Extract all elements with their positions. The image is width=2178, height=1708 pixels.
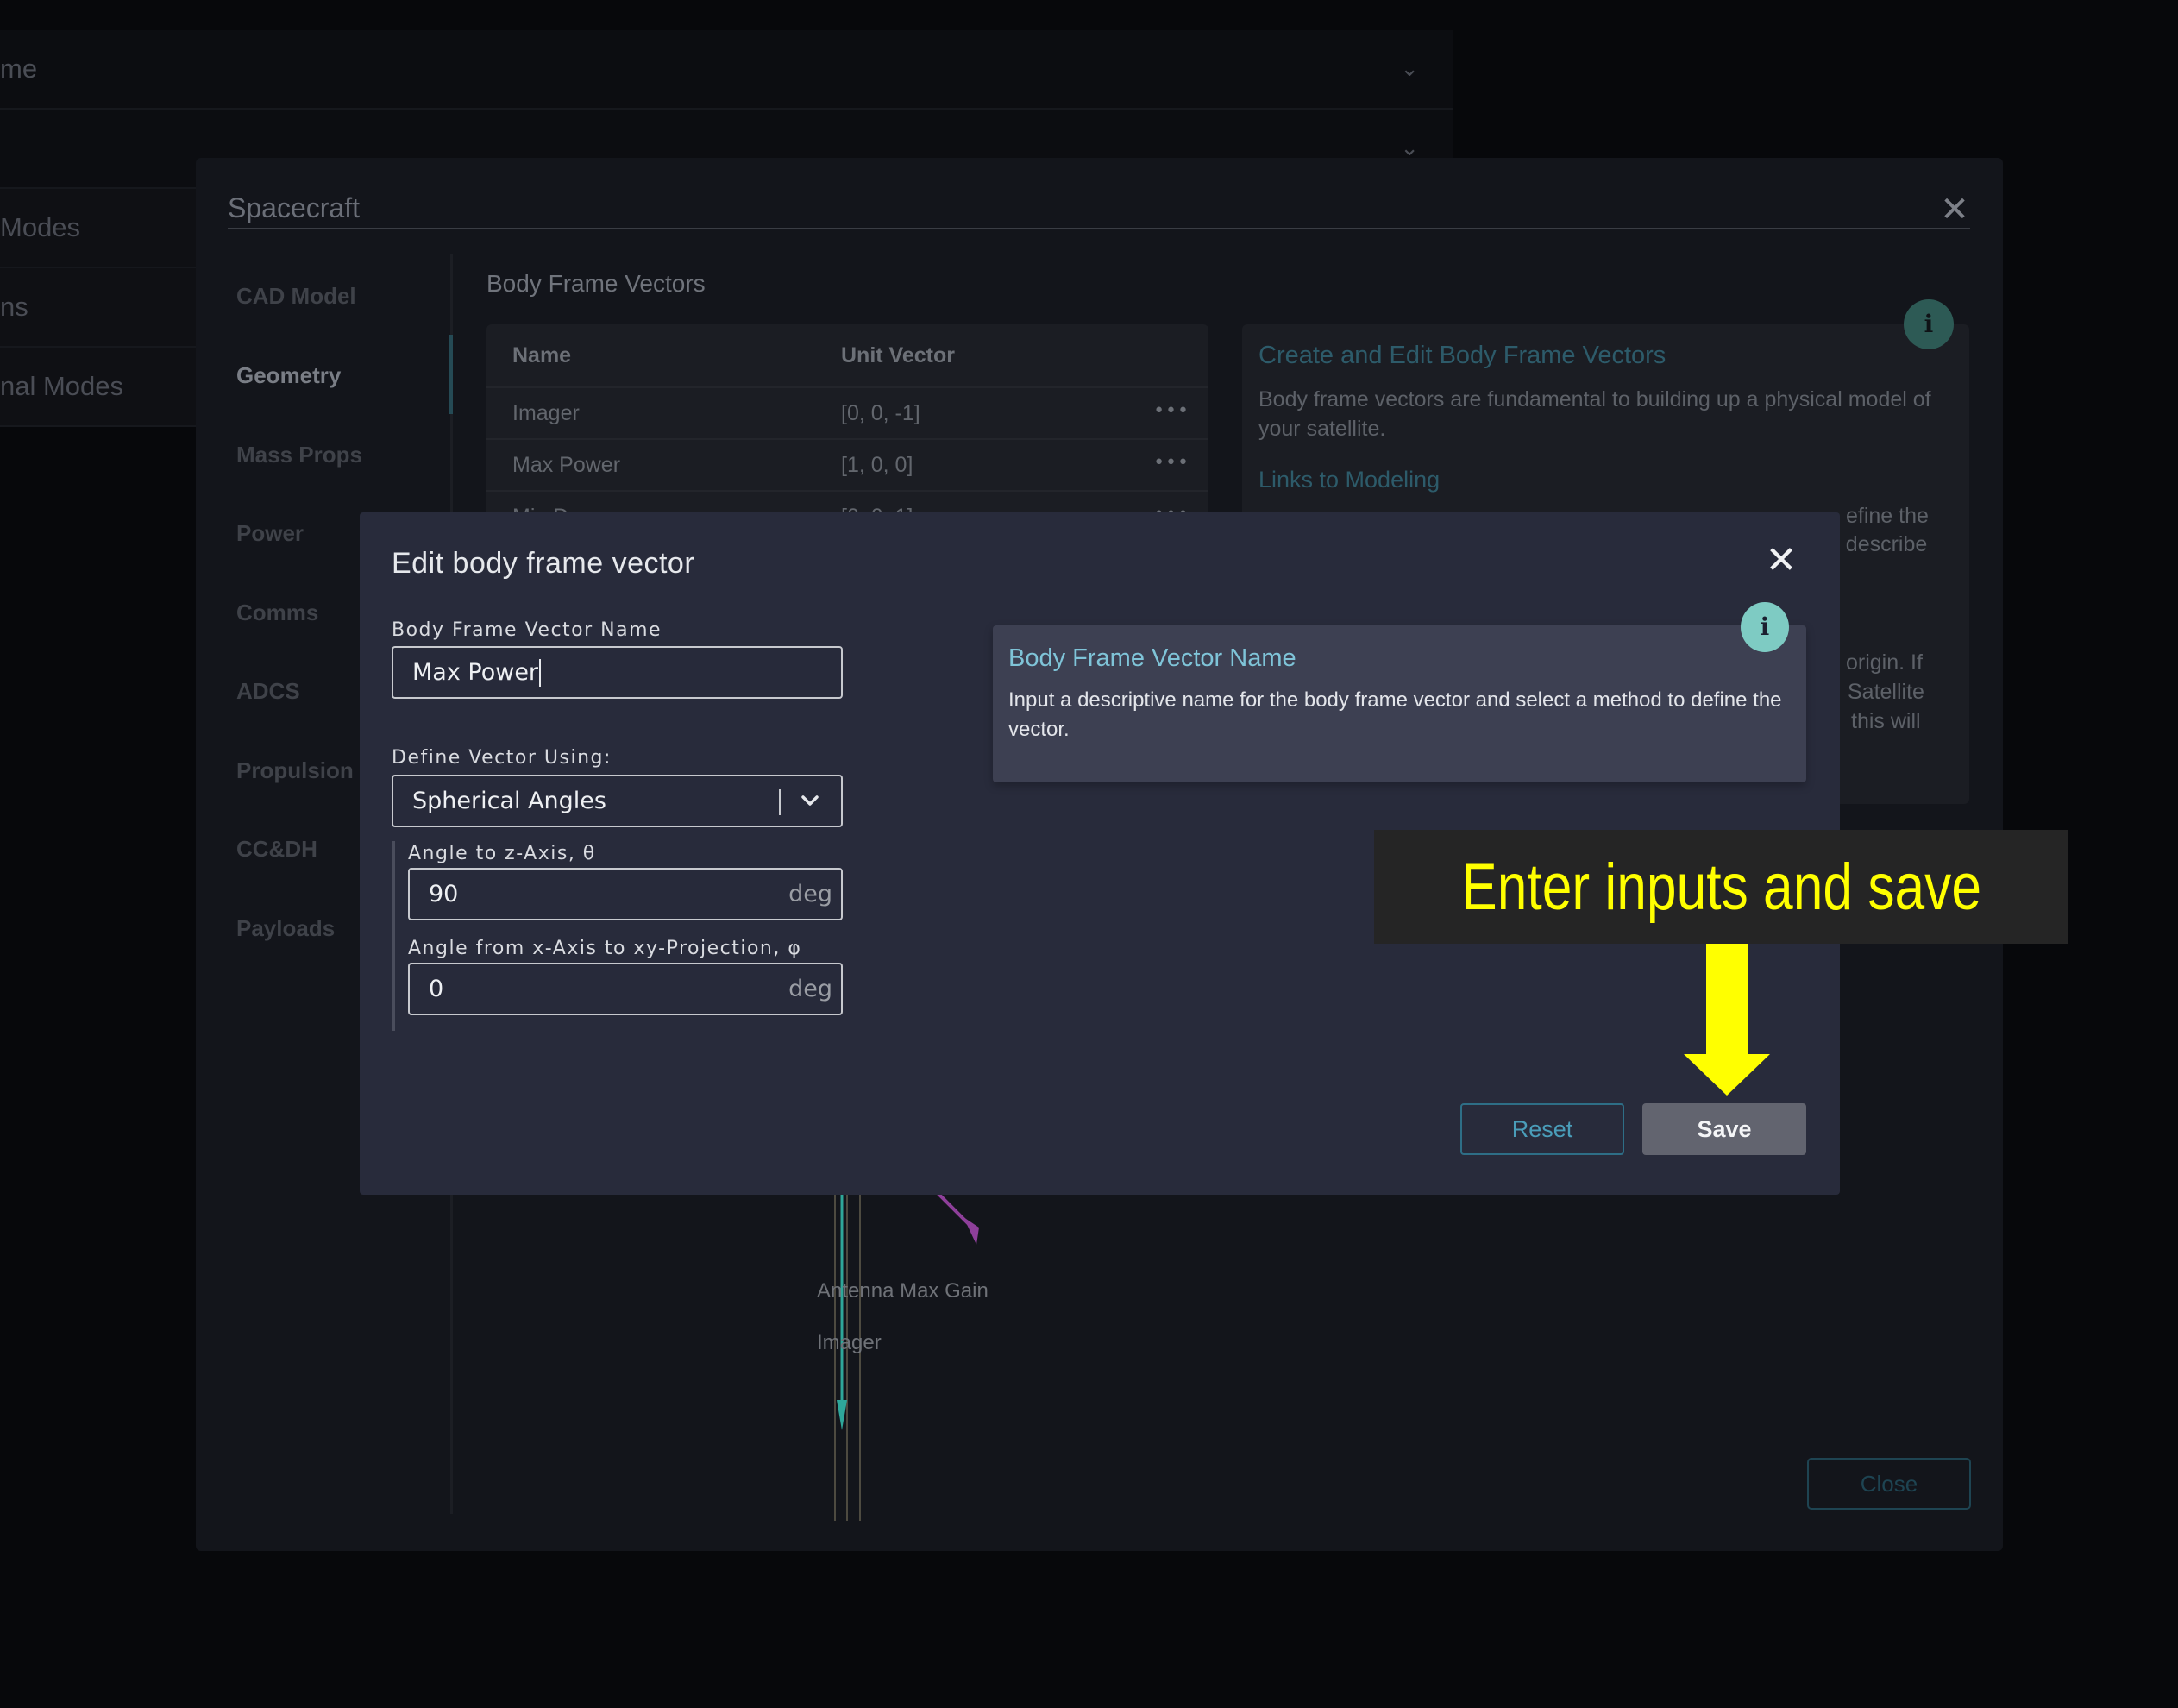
name-field-label: Body Frame Vector Name (392, 619, 662, 641)
info-partial-text: to describe (1822, 532, 1928, 556)
close-button[interactable]: Close (1807, 1458, 1971, 1510)
reset-button[interactable]: Reset (1460, 1103, 1624, 1155)
angle-group-indent-bar (392, 841, 395, 1031)
help-panel: Body Frame Vector Name Input a descripti… (993, 625, 1806, 782)
phi-unit: deg (788, 976, 832, 1002)
info-subheading: Links to Modeling (1258, 467, 1440, 493)
section-heading: Body Frame Vectors (486, 270, 706, 297)
background-row-label: me (0, 53, 38, 84)
info-icon[interactable]: i (1904, 299, 1954, 349)
nav-item-mass-props[interactable]: Mass Props (236, 442, 362, 468)
background-side-label: Modes (0, 212, 81, 242)
more-options-icon[interactable]: ••• (1153, 452, 1189, 474)
table-row[interactable]: Imager [0, 0, -1] ••• (486, 386, 1208, 438)
info-icon[interactable]: i (1741, 602, 1789, 652)
arrow-down-icon (1684, 944, 1770, 1096)
help-body: Input a descriptive name for the body fr… (1008, 688, 1782, 741)
nav-active-indicator (449, 335, 453, 414)
info-partial-text: this will (1851, 709, 1921, 733)
nav-item-adcs[interactable]: ADCS (236, 678, 300, 705)
theta-input[interactable]: 90 deg (408, 868, 843, 920)
close-icon[interactable]: ✕ (1939, 192, 1970, 227)
dialog-title: Edit body frame vector (392, 547, 695, 580)
antenna-vector-arrowhead (963, 1217, 979, 1245)
phi-value: 0 (429, 976, 444, 1002)
define-vector-label: Define Vector Using: (392, 747, 612, 769)
background-side-item[interactable]: ns (0, 268, 196, 348)
background-side-label: ns (0, 292, 28, 322)
name-input-value: Max Power (412, 659, 539, 686)
annotation-text: Enter inputs and save (1461, 850, 1981, 924)
nav-item-payloads[interactable]: Payloads (236, 915, 335, 942)
imager-vector-label: Imager (817, 1331, 882, 1354)
name-input[interactable]: Max Power (392, 646, 843, 699)
info-body: Body frame vectors are fundamental to bu… (1258, 387, 1931, 441)
arrow-head (1684, 1054, 1770, 1096)
close-icon[interactable]: ✕ (1764, 542, 1798, 580)
arrow-shaft (1706, 944, 1748, 1056)
row-vector: [0, 0, -1] (841, 400, 920, 425)
row-name: Max Power (512, 452, 621, 477)
nav-item-comms[interactable]: Comms (236, 600, 318, 626)
spacecraft-visualization (834, 1193, 979, 1521)
nav-item-ccdh[interactable]: CC&DH (236, 836, 317, 863)
info-partial-text: Satellite (1848, 680, 1924, 704)
info-heading: Create and Edit Body Frame Vectors (1258, 342, 1666, 369)
title-divider (228, 228, 1970, 229)
phi-label: Angle from x-Axis to xy-Projection, φ (408, 938, 802, 959)
chevron-down-icon[interactable]: ⌄ (1400, 56, 1419, 82)
chevron-down-icon[interactable] (796, 787, 824, 814)
background-side-item[interactable]: Modes (0, 189, 196, 268)
phi-input[interactable]: 0 deg (408, 963, 843, 1015)
background-row[interactable]: me ⌄ (0, 30, 1453, 110)
more-options-icon[interactable]: ••• (1153, 400, 1189, 422)
select-divider (779, 789, 781, 815)
row-name: Imager (512, 400, 580, 425)
spacecraft-dialog-title: Spacecraft (228, 192, 360, 223)
column-header-name: Name (512, 342, 572, 367)
info-partial-text: origin. If (1846, 650, 1923, 675)
background-side-label: nal Modes (0, 371, 124, 401)
save-button[interactable]: Save (1642, 1103, 1806, 1155)
info-partial-text: efine the (1846, 504, 1929, 528)
nav-item-power[interactable]: Power (236, 520, 304, 547)
text-caret (539, 658, 542, 687)
define-vector-value: Spherical Angles (412, 788, 606, 814)
background-side-item[interactable]: nal Modes (0, 348, 196, 427)
theta-label: Angle to z-Axis, θ (408, 843, 596, 864)
nav-item-cad-model[interactable]: CAD Model (236, 283, 356, 310)
row-vector: [1, 0, 0] (841, 452, 913, 477)
theta-value: 90 (429, 881, 459, 907)
imager-vector-arrowhead (837, 1400, 847, 1430)
theta-unit: deg (788, 881, 832, 907)
antenna-vector-label: Antenna Max Gain (817, 1279, 989, 1303)
nav-item-propulsion[interactable]: Propulsion (236, 757, 354, 784)
help-heading: Body Frame Vector Name (1008, 644, 1296, 672)
nav-item-geometry[interactable]: Geometry (236, 362, 341, 389)
tutorial-annotation: Enter inputs and save (1374, 830, 2068, 944)
column-header-unit-vector: Unit Vector (841, 342, 955, 367)
define-vector-select[interactable]: Spherical Angles (392, 775, 843, 827)
table-row[interactable]: Max Power [1, 0, 0] ••• (486, 438, 1208, 490)
